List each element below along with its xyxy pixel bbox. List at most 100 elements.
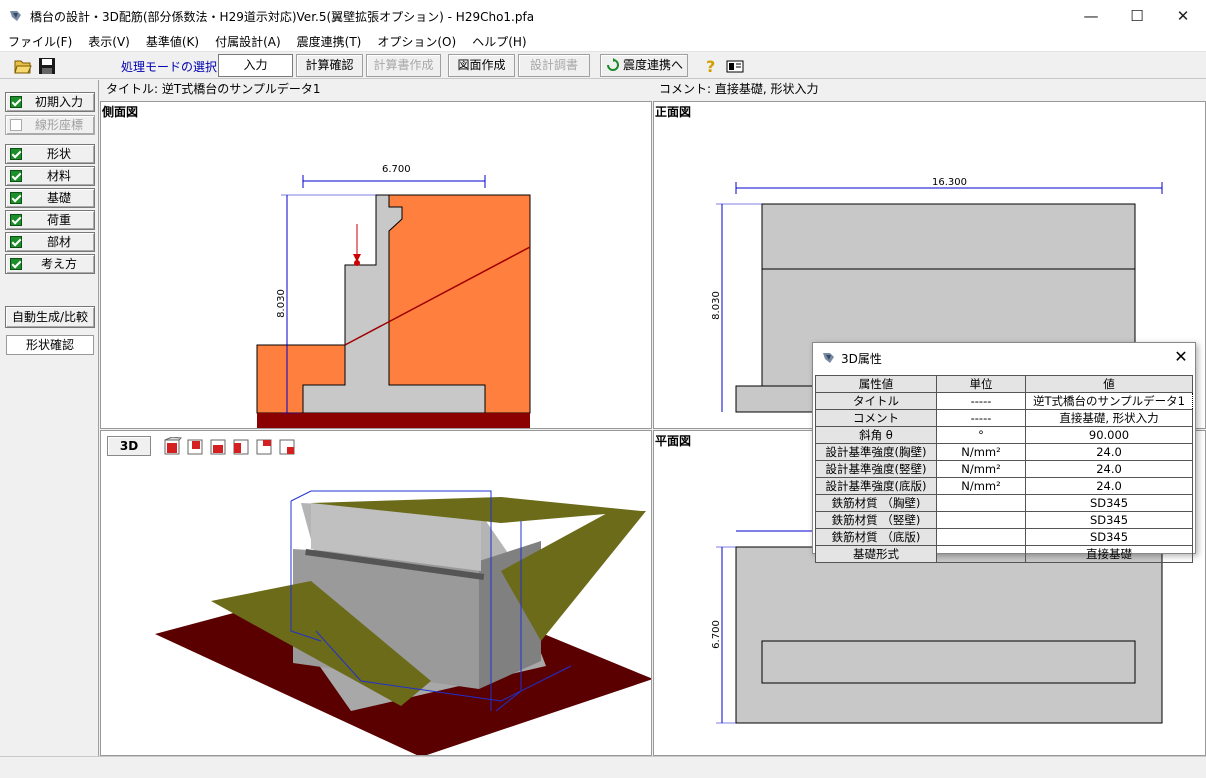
row-value[interactable]: SD345	[1025, 494, 1193, 512]
report-create-button[interactable]: 計算書作成	[366, 54, 441, 77]
dialog-close-button[interactable]: ✕	[1169, 346, 1193, 368]
view-cube-icon[interactable]	[187, 439, 203, 455]
sidebar-item-load[interactable]: 荷重	[5, 210, 95, 230]
comment-info-bar: コメント: 直接基礎, 形状入力	[653, 79, 1206, 101]
row-unit: -----	[936, 392, 1026, 410]
row-value[interactable]: 24.0	[1025, 477, 1193, 495]
sidebar-item-shape[interactable]: 形状	[5, 144, 95, 164]
table-row[interactable]: 設計基準強度(竪壁) N/mm² 24.0	[815, 460, 1193, 478]
calc-check-button[interactable]: 計算確認	[296, 54, 363, 77]
sidebar-item-member[interactable]: 部材	[5, 232, 95, 252]
side-view-pane[interactable]: 側面図 6.700 8.030	[100, 101, 652, 429]
minimize-button[interactable]: —	[1068, 0, 1114, 31]
row-value[interactable]: 逆T式橋台のサンプルデータ1	[1025, 392, 1193, 410]
row-name: 基礎形式	[815, 545, 937, 563]
table-row[interactable]: 基礎形式 直接基礎	[815, 545, 1193, 563]
design-doc-button[interactable]: 設計調書	[518, 54, 590, 77]
row-value[interactable]: SD345	[1025, 528, 1193, 546]
side-dim-height: 8.030	[275, 289, 287, 318]
side-view-drawing	[256, 175, 531, 428]
table-row[interactable]: 設計基準強度(胸壁) N/mm² 24.0	[815, 443, 1193, 461]
view-cube-icon[interactable]	[164, 437, 183, 455]
close-icon: ✕	[1174, 347, 1188, 366]
row-value[interactable]: 24.0	[1025, 443, 1193, 461]
input-mode-button[interactable]: 入力	[218, 54, 293, 77]
maximize-button[interactable]: ☐	[1114, 0, 1160, 31]
title-value: 逆T式橋台のサンプルデータ1	[161, 82, 321, 96]
window-title: 橋台の設計・3D配筋(部分係数法・H29道示対応)Ver.5(翼壁拡張オプション…	[30, 10, 535, 24]
3d-attributes-dialog: 3D属性 ✕ 属性値 単位 値 タイトル ----- 逆T式橋台のサンプルデータ1 …	[812, 342, 1196, 563]
row-value[interactable]: 90.000	[1025, 426, 1193, 444]
row-name: 鉄筋材質 （胸壁)	[815, 494, 937, 512]
open-folder-icon[interactable]	[14, 57, 32, 75]
sidebar-item-approach[interactable]: 考え方	[5, 254, 95, 274]
help-icon[interactable]: ?	[702, 57, 720, 75]
title-label: タイトル:	[106, 82, 159, 96]
app-icon	[823, 353, 834, 363]
mode-select-label: 処理モードの選択	[121, 60, 218, 74]
menu-help[interactable]: ヘルプ(H)	[464, 31, 534, 51]
sidebar-item-material[interactable]: 材料	[5, 166, 95, 186]
drawing-create-button[interactable]: 図面作成	[448, 54, 515, 77]
checked-icon	[10, 170, 22, 182]
table-row[interactable]: 斜角 θ ° 90.000	[815, 426, 1193, 444]
row-name: コメント	[815, 409, 937, 427]
row-value[interactable]: 直接基礎, 形状入力	[1025, 409, 1193, 427]
menu-seismic-link[interactable]: 震度連携(T)	[289, 31, 370, 51]
table-row[interactable]: タイトル ----- 逆T式橋台のサンプルデータ1	[815, 392, 1193, 410]
row-value[interactable]: 直接基礎	[1025, 545, 1193, 563]
checked-icon	[10, 214, 22, 226]
view-cube-icon[interactable]	[279, 439, 295, 455]
plan-wall	[761, 640, 1136, 684]
view-cube-icon[interactable]	[210, 439, 226, 455]
minimize-icon: —	[1083, 6, 1099, 25]
table-row[interactable]: 設計基準強度(底版) N/mm² 24.0	[815, 477, 1193, 495]
row-unit	[936, 528, 1026, 546]
maximize-icon: ☐	[1130, 6, 1144, 25]
menu-file[interactable]: ファイル(F)	[0, 31, 80, 51]
view-cube-icon[interactable]	[233, 439, 249, 455]
front-dim-height: 8.030	[710, 291, 722, 320]
row-unit: -----	[936, 409, 1026, 427]
plan-dim-height: 6.700	[710, 620, 722, 649]
plan-view-label: 平面図	[655, 434, 692, 448]
save-icon[interactable]	[38, 57, 56, 75]
header-value: 値	[1025, 375, 1193, 393]
sidebar: 初期入力 線形座標 形状 材料 基礎 荷重 部材 考え方 自動生成/比較 形状確…	[0, 80, 99, 756]
menu-standard[interactable]: 基準値(K)	[138, 31, 207, 51]
table-row[interactable]: コメント ----- 直接基礎, 形状入力	[815, 409, 1193, 427]
row-value[interactable]: SD345	[1025, 511, 1193, 529]
close-window-button[interactable]: ✕	[1160, 0, 1206, 31]
menu-attached-design[interactable]: 付属設計(A)	[207, 31, 289, 51]
side-view-label: 側面図	[102, 105, 139, 119]
table-row[interactable]: 鉄筋材質 （底版) SD345	[815, 528, 1193, 546]
sidebar-item-foundation[interactable]: 基礎	[5, 188, 95, 208]
backfill-soil	[388, 194, 531, 414]
attributes-table: 属性値 単位 値 タイトル ----- 逆T式橋台のサンプルデータ1 コメント ---…	[815, 375, 1193, 563]
auto-generate-button[interactable]: 自動生成/比較	[5, 306, 95, 328]
menu-view[interactable]: 表示(V)	[80, 31, 138, 51]
seismic-link-button[interactable]: 震度連携へ	[600, 54, 688, 77]
comment-label: コメント:	[659, 82, 712, 96]
table-row[interactable]: 鉄筋材質 （竪壁) SD345	[815, 511, 1193, 529]
table-row[interactable]: 鉄筋材質 （胸壁) SD345	[815, 494, 1193, 512]
checked-icon	[10, 96, 22, 108]
plan-footing	[735, 546, 1163, 724]
row-unit	[936, 494, 1026, 512]
seismic-link-label: 震度連携へ	[622, 58, 683, 72]
row-name: 設計基準強度(竪壁)	[815, 460, 937, 478]
view-cube-toolbar	[164, 437, 295, 455]
menu-option[interactable]: オプション(O)	[369, 31, 464, 51]
shape-check-button[interactable]: 形状確認	[6, 335, 94, 355]
3d-view-pane[interactable]: 3D	[100, 430, 652, 756]
checked-icon	[10, 258, 22, 270]
view-cube-icon[interactable]	[256, 439, 272, 455]
sidebar-item-linear-coord[interactable]: 線形座標	[5, 115, 95, 135]
sidebar-item-initial-input[interactable]: 初期入力	[5, 92, 95, 112]
header-name: 属性値	[815, 375, 937, 393]
row-unit: N/mm²	[936, 443, 1026, 461]
3d-mode-button[interactable]: 3D	[107, 436, 151, 456]
table-header-row: 属性値 単位 値	[815, 375, 1193, 393]
info-card-icon[interactable]	[726, 57, 744, 75]
row-value[interactable]: 24.0	[1025, 460, 1193, 478]
